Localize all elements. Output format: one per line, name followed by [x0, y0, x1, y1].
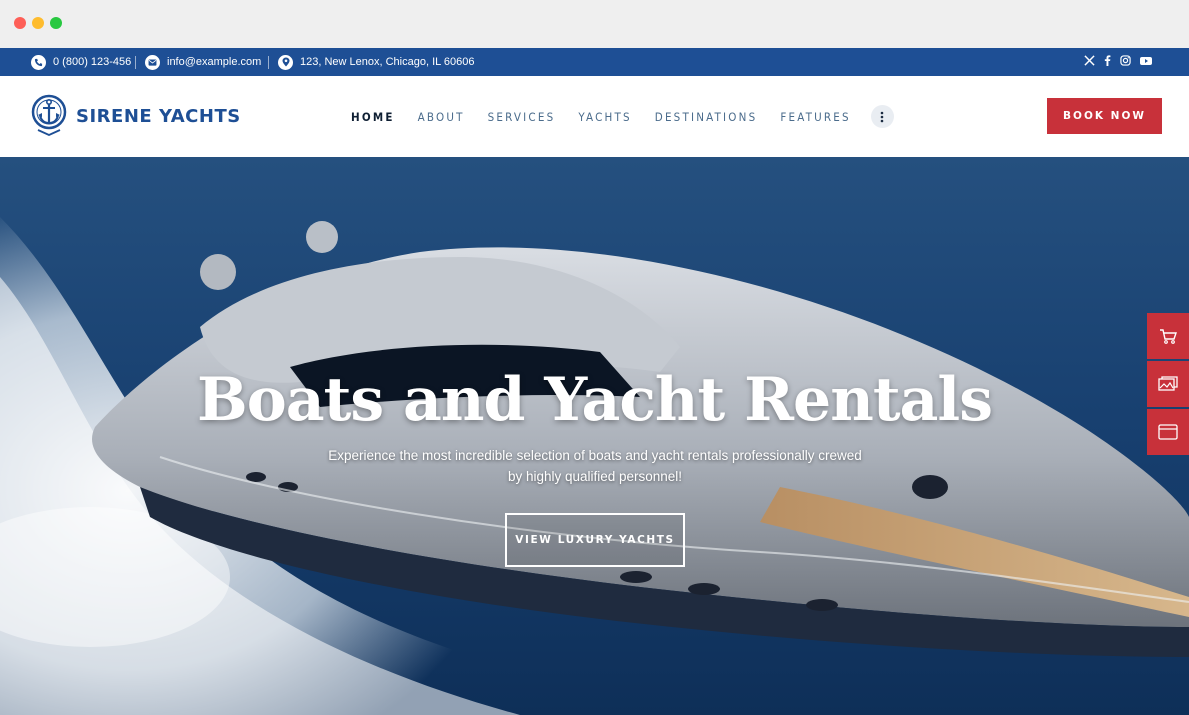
instagram-icon[interactable] — [1120, 55, 1131, 69]
phone-icon — [31, 54, 46, 70]
address-text: 123, New Lenox, Chicago, IL 60606 — [300, 56, 475, 68]
top-info-bar: 0 (800) 123-456 info@example.com 123, Ne… — [0, 48, 1189, 76]
window-titlebar — [0, 0, 1189, 48]
hero-subtitle: Experience the most incredible selection… — [328, 448, 862, 484]
nav-home[interactable]: HOME — [351, 110, 395, 124]
social-links — [1084, 48, 1152, 76]
nav-features[interactable]: FEATURES — [780, 110, 850, 124]
email-address: info@example.com — [167, 56, 262, 68]
hero-title: Boats and Yacht Rentals — [197, 365, 993, 435]
nav-about[interactable]: ABOUT — [418, 110, 465, 124]
browser-tab[interactable] — [1147, 409, 1189, 455]
logo-text: SIRENE YACHTS — [76, 105, 241, 127]
youtube-icon[interactable] — [1140, 56, 1152, 69]
browser-icon — [1158, 424, 1178, 440]
view-luxury-yachts-button[interactable]: VIEW LUXURY YACHTS — [505, 513, 685, 567]
yacht-hero-image — [0, 157, 1189, 715]
location-pin-icon — [278, 54, 293, 70]
cart-tab[interactable] — [1147, 313, 1189, 359]
nav-yachts[interactable]: YACHTS — [578, 110, 631, 124]
nav-services[interactable]: SERVICES — [488, 110, 556, 124]
book-now-button[interactable]: BOOK NOW — [1047, 98, 1162, 134]
minimize-window-button[interactable] — [32, 17, 44, 29]
site-header: SIRENE YACHTS HOME ABOUT SERVICES YACHTS… — [0, 76, 1189, 157]
address-contact[interactable]: 123, New Lenox, Chicago, IL 60606 — [278, 48, 475, 76]
logo[interactable]: SIRENE YACHTS — [30, 91, 241, 141]
cart-icon — [1160, 329, 1177, 344]
gallery-tab[interactable] — [1147, 361, 1189, 407]
x-icon[interactable] — [1084, 55, 1095, 69]
vertical-dots-icon — [881, 111, 884, 122]
main-navigation: HOME ABOUT SERVICES YACHTS DESTINATIONS … — [351, 76, 894, 157]
more-menu-button[interactable] — [870, 105, 894, 128]
nav-destinations[interactable]: DESTINATIONS — [655, 110, 758, 124]
close-window-button[interactable] — [14, 17, 26, 29]
mail-icon — [145, 54, 160, 70]
hero-section: Boats and Yacht Rentals Experience the m… — [0, 157, 1189, 715]
phone-contact[interactable]: 0 (800) 123-456 — [31, 48, 131, 76]
phone-number: 0 (800) 123-456 — [53, 56, 132, 68]
facebook-icon[interactable] — [1104, 55, 1111, 69]
gallery-icon — [1158, 376, 1178, 391]
divider — [135, 56, 136, 69]
maximize-window-button[interactable] — [50, 17, 62, 29]
anchor-emblem-icon — [30, 91, 68, 142]
email-contact[interactable]: info@example.com — [145, 48, 261, 76]
divider — [268, 56, 269, 69]
